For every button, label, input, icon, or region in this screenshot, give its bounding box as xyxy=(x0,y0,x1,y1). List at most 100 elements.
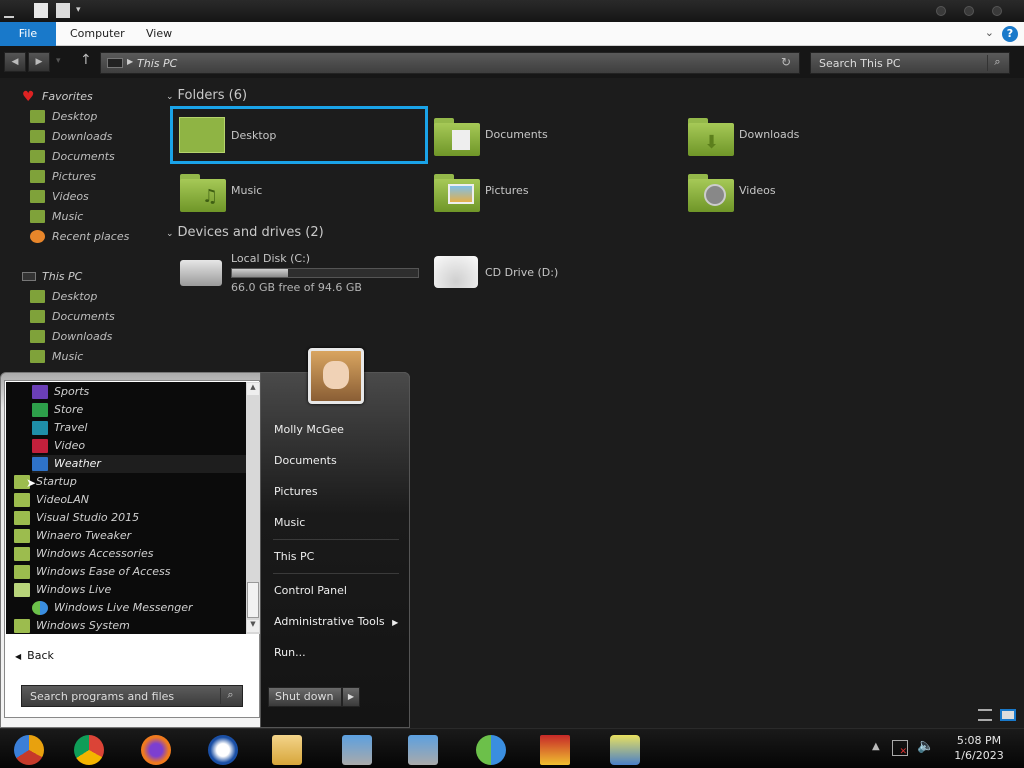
taskbar-chrome-canary[interactable] xyxy=(0,731,56,767)
messenger-icon xyxy=(32,601,48,615)
network-disconnected-icon[interactable]: ✕ xyxy=(892,740,908,757)
back-button[interactable]: ◀ xyxy=(4,52,26,72)
taskbar: ▲ ✕ 🔈 5:08 PM 1/6/2023 xyxy=(0,728,1024,768)
drives-group-header[interactable]: ⌄ Devices and drives (2) xyxy=(166,225,324,240)
recent-locations-icon[interactable]: ▾ xyxy=(56,56,61,66)
shutdown-button[interactable]: Shut down xyxy=(268,687,342,707)
mouse-cursor-icon: ➤ xyxy=(26,476,37,490)
show-hidden-icons-icon[interactable]: ▲ xyxy=(872,741,880,752)
program-list[interactable]: Sports Store Travel Video Weather Startu… xyxy=(6,382,246,634)
taskbar-chrome[interactable] xyxy=(60,731,116,767)
nav-item-pc-documents[interactable]: Documents xyxy=(30,308,115,326)
scroll-thumb[interactable] xyxy=(247,582,259,618)
properties-icon[interactable] xyxy=(34,3,48,18)
clock[interactable]: 5:08 PM 1/6/2023 xyxy=(944,733,1014,763)
address-bar[interactable]: ▶ This PC ↻ xyxy=(100,52,800,74)
start-documents[interactable]: Documents xyxy=(274,451,337,471)
folder-icon xyxy=(14,529,30,543)
program-folder-startup[interactable]: Startup xyxy=(14,473,77,491)
start-run[interactable]: Run... xyxy=(274,643,306,663)
taskbar-file-explorer[interactable] xyxy=(258,731,314,767)
taskbar-network-admin[interactable] xyxy=(596,731,652,767)
tab-computer[interactable]: Computer xyxy=(58,22,137,46)
start-pictures[interactable]: Pictures xyxy=(274,482,318,502)
program-folder-videolan[interactable]: VideoLAN xyxy=(14,491,89,509)
taskbar-firefox[interactable] xyxy=(127,731,183,767)
program-folder-ease-of-access[interactable]: Windows Ease of Access xyxy=(14,563,170,581)
nav-item-desktop[interactable]: Desktop xyxy=(30,108,97,126)
search-icon[interactable]: ⌕ xyxy=(220,688,240,704)
taskbar-setup-disc-2[interactable] xyxy=(394,731,450,767)
tab-view[interactable]: View xyxy=(134,22,184,46)
nav-item-recent-places[interactable]: Recent places xyxy=(30,228,129,246)
nav-favorites[interactable]: ♥ Favorites xyxy=(20,88,93,106)
nav-item-pictures[interactable]: Pictures xyxy=(30,168,96,186)
program-folder-windows-live[interactable]: Windows Live xyxy=(14,581,111,599)
start-user-name[interactable]: Molly McGee xyxy=(274,420,344,440)
expand-ribbon-icon[interactable]: ⌄ xyxy=(985,26,994,39)
large-icons-view-icon[interactable] xyxy=(1000,709,1016,721)
breadcrumb-this-pc[interactable]: This PC xyxy=(137,57,177,70)
nav-item-pc-desktop[interactable]: Desktop xyxy=(30,288,97,306)
taskbar-windows-live-messenger[interactable] xyxy=(462,731,518,767)
tab-file[interactable]: File xyxy=(0,22,56,46)
nav-item-videos[interactable]: Videos xyxy=(30,188,89,206)
new-folder-icon[interactable] xyxy=(56,3,70,18)
program-weather[interactable]: Weather xyxy=(32,455,246,473)
start-search-input[interactable]: Search programs and files xyxy=(30,690,174,703)
folder-icon xyxy=(14,547,30,561)
nav-item-documents[interactable]: Documents xyxy=(30,148,115,166)
nav-item-pc-downloads[interactable]: Downloads xyxy=(30,328,112,346)
taskbar-winrar[interactable] xyxy=(526,731,582,767)
downloads-icon xyxy=(30,130,45,143)
program-windows-live-messenger[interactable]: Windows Live Messenger xyxy=(32,599,193,617)
nav-this-pc[interactable]: This PC xyxy=(20,268,82,286)
start-music[interactable]: Music xyxy=(274,513,305,533)
volume-icon[interactable]: 🔈 xyxy=(917,738,934,754)
drive-c[interactable]: Local Disk (C:) 66.0 GB free of 94.6 GB xyxy=(180,252,430,296)
program-folder-windows-system[interactable]: Windows System xyxy=(14,617,130,635)
taskbar-setup-disc[interactable] xyxy=(328,731,384,767)
program-folder-visual-studio[interactable]: Visual Studio 2015 xyxy=(14,509,139,527)
folders-group-header[interactable]: ⌄ Folders (6) xyxy=(166,88,247,103)
program-folder-accessories[interactable]: Windows Accessories xyxy=(14,545,154,563)
program-store[interactable]: Store xyxy=(32,401,83,419)
back-button[interactable]: ◀ Back xyxy=(15,649,54,662)
folder-icon xyxy=(14,493,30,507)
scroll-up-icon[interactable]: ▲ xyxy=(247,383,259,395)
folder-desktop[interactable]: Desktop xyxy=(170,106,428,164)
store-icon xyxy=(32,403,48,417)
program-video[interactable]: Video xyxy=(32,437,85,455)
maximize-button[interactable] xyxy=(964,6,974,16)
quick-access-dropdown-icon[interactable]: ▾ xyxy=(76,5,81,15)
minimize-button[interactable] xyxy=(936,6,946,16)
documents-folder-icon xyxy=(434,118,480,156)
program-travel[interactable]: Travel xyxy=(32,419,87,437)
nav-item-pc-music[interactable]: Music xyxy=(30,348,83,366)
search-icon[interactable]: ⌕ xyxy=(987,55,1007,71)
program-folder-winaero[interactable]: Winaero Tweaker xyxy=(14,527,131,545)
details-view-icon[interactable] xyxy=(978,709,992,721)
system-menu-icon[interactable] xyxy=(4,3,14,18)
program-list-scrollbar[interactable]: ▲ ▼ xyxy=(246,382,260,634)
user-avatar[interactable] xyxy=(308,348,364,404)
up-arrow-icon[interactable]: ↑ xyxy=(80,52,92,68)
scroll-down-icon[interactable]: ▼ xyxy=(247,620,259,632)
refresh-icon[interactable]: ↻ xyxy=(777,55,795,71)
nav-item-music[interactable]: Music xyxy=(30,208,83,226)
search-box[interactable]: Search This PC ⌕ xyxy=(810,52,1010,74)
help-button[interactable]: ? xyxy=(1002,26,1018,42)
nav-item-downloads[interactable]: Downloads xyxy=(30,128,112,146)
program-sports[interactable]: Sports xyxy=(32,383,89,401)
forward-button[interactable]: ▶ xyxy=(28,52,50,72)
breadcrumb-chevron-icon[interactable]: ▶ xyxy=(127,57,133,66)
music-folder-icon: ♫ xyxy=(180,174,226,212)
taskbar-opera[interactable] xyxy=(194,731,250,767)
start-control-panel[interactable]: Control Panel xyxy=(274,581,347,601)
close-button[interactable] xyxy=(992,6,1002,16)
start-search-box[interactable]: Search programs and files ⌕ xyxy=(21,685,243,707)
search-input[interactable]: Search This PC xyxy=(819,57,901,70)
start-administrative-tools[interactable]: Administrative Tools ▶ xyxy=(274,612,398,632)
shutdown-options-arrow-icon[interactable]: ▶ xyxy=(342,687,360,707)
start-this-pc[interactable]: This PC xyxy=(274,547,314,567)
